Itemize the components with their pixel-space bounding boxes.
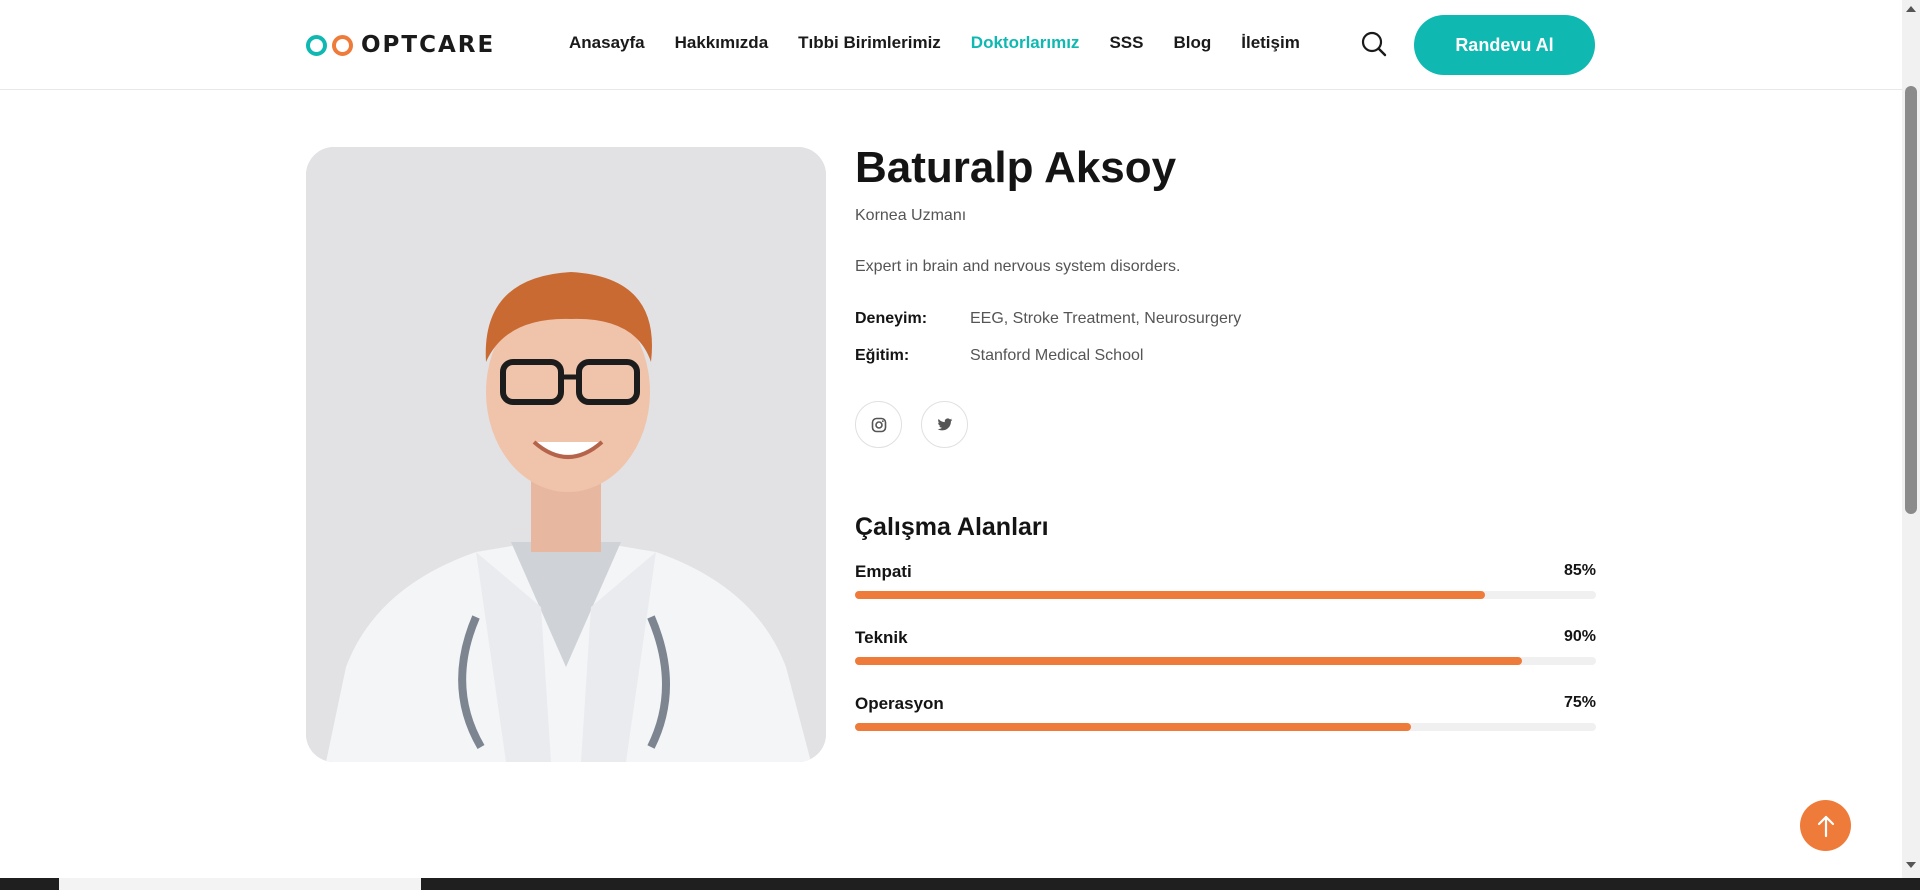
skill-teknik: Teknik 90% [855,628,1596,676]
logo[interactable]: OPTCARE [306,30,495,60]
logo-text: OPTCARE [361,32,496,58]
arrow-up-icon [1817,815,1834,837]
skill-percent: 75% [1563,694,1596,711]
skill-fill-bar [855,591,1485,599]
doctor-name: Baturalp Aksoy [855,143,1177,192]
nav-item-iletisim[interactable]: İletişim [1241,33,1300,53]
education-row: Eğitim: Stanford Medical School [855,347,1143,365]
nav-item-hakkimizda[interactable]: Hakkımızda [675,33,769,53]
skill-fill-bar [855,723,1411,731]
skill-percent: 85% [1563,562,1596,579]
education-label: Eğitim: [855,347,910,364]
scroll-up-arrow-icon[interactable] [1906,6,1916,12]
skill-operasyon: Operasyon 75% [855,694,1596,742]
skill-label: Teknik [855,628,908,647]
scroll-thumb[interactable] [1905,86,1917,514]
twitter-icon[interactable] [921,401,968,448]
nav-item-anasayfa[interactable]: Anasayfa [569,33,645,53]
nav-item-tibbi-birimlerimiz[interactable]: Tıbbi Birimlerimiz [798,33,941,53]
skill-label: Operasyon [855,694,944,713]
skill-fill-bar [855,657,1522,665]
skills-title: Çalışma Alanları [855,513,1049,541]
logo-rings-icon [306,34,353,56]
experience-row: Deneyim: EEG, Stroke Treatment, Neurosur… [855,310,1241,328]
scroll-down-arrow-icon[interactable] [1906,862,1916,868]
taskbar-search[interactable] [59,878,421,890]
education-value: Stanford Medical School [970,347,1144,364]
experience-label: Deneyim: [855,310,928,327]
skill-track [855,723,1596,731]
skill-track [855,591,1596,599]
nav-item-blog[interactable]: Blog [1173,33,1211,53]
doctor-bio: Expert in brain and nervous system disor… [855,258,1181,275]
appointment-button[interactable]: Randevu Al [1414,15,1595,75]
instagram-icon[interactable] [855,401,902,448]
skill-empati: Empati 85% [855,562,1596,610]
nav-item-doktorlarimiz[interactable]: Doktorlarımız [971,33,1080,53]
skill-track [855,657,1596,665]
doctor-title: Kornea Uzmanı [855,207,967,224]
search-icon[interactable] [1360,30,1388,58]
back-to-top-button[interactable] [1800,800,1851,851]
main-nav: Anasayfa Hakkımızda Tıbbi Birimlerimiz D… [569,33,1330,53]
doctor-photo [306,147,826,762]
skill-percent: 90% [1563,628,1596,645]
nav-item-sss[interactable]: SSS [1109,33,1143,53]
experience-value: EEG, Stroke Treatment, Neurosurgery [970,310,1242,327]
page-scrollbar[interactable] [1902,0,1920,878]
os-taskbar [0,878,1920,890]
skill-label: Empati [855,562,912,581]
site-header: OPTCARE Anasayfa Hakkımızda Tıbbi Biriml… [0,0,1902,90]
